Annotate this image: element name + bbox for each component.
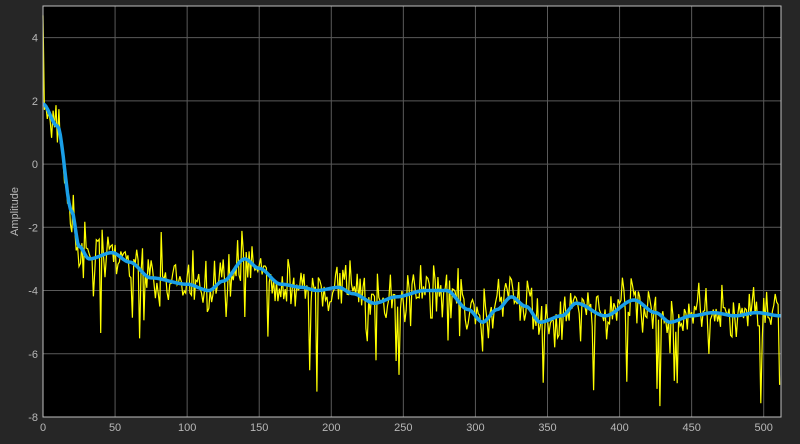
x-tick-label: 500 [755, 422, 773, 434]
x-tick-label: 200 [322, 422, 340, 434]
plot-svg: 0 50 100 150 200 250 300 350 400 450 500 -8 -6 -4 -2 0 2… [9, 5, 782, 434]
y-tick-label: 0 [32, 159, 38, 171]
y-axis-label: Amplitude [9, 187, 21, 236]
y-tick-label: -8 [28, 412, 38, 424]
x-tick-label: 400 [610, 422, 628, 434]
x-tick-label: 150 [250, 422, 268, 434]
y-tick-label: 2 [32, 96, 38, 108]
y-tick-label: -6 [28, 349, 38, 361]
y-tick-label: 4 [32, 33, 38, 45]
y-tick-label: -4 [28, 286, 38, 298]
x-tick-label: 350 [538, 422, 556, 434]
x-tick-label: 450 [682, 422, 700, 434]
x-tick-label: 300 [466, 422, 484, 434]
x-tick-label: 250 [394, 422, 412, 434]
y-tick-label: -2 [28, 222, 38, 234]
chart: 0 50 100 150 200 250 300 350 400 450 500 -8 -6 -4 -2 0 2… [0, 0, 800, 444]
x-tick-label: 50 [109, 422, 121, 434]
plot-area [43, 6, 781, 417]
x-tick-label: 0 [40, 422, 46, 434]
x-tick-label: 100 [178, 422, 196, 434]
